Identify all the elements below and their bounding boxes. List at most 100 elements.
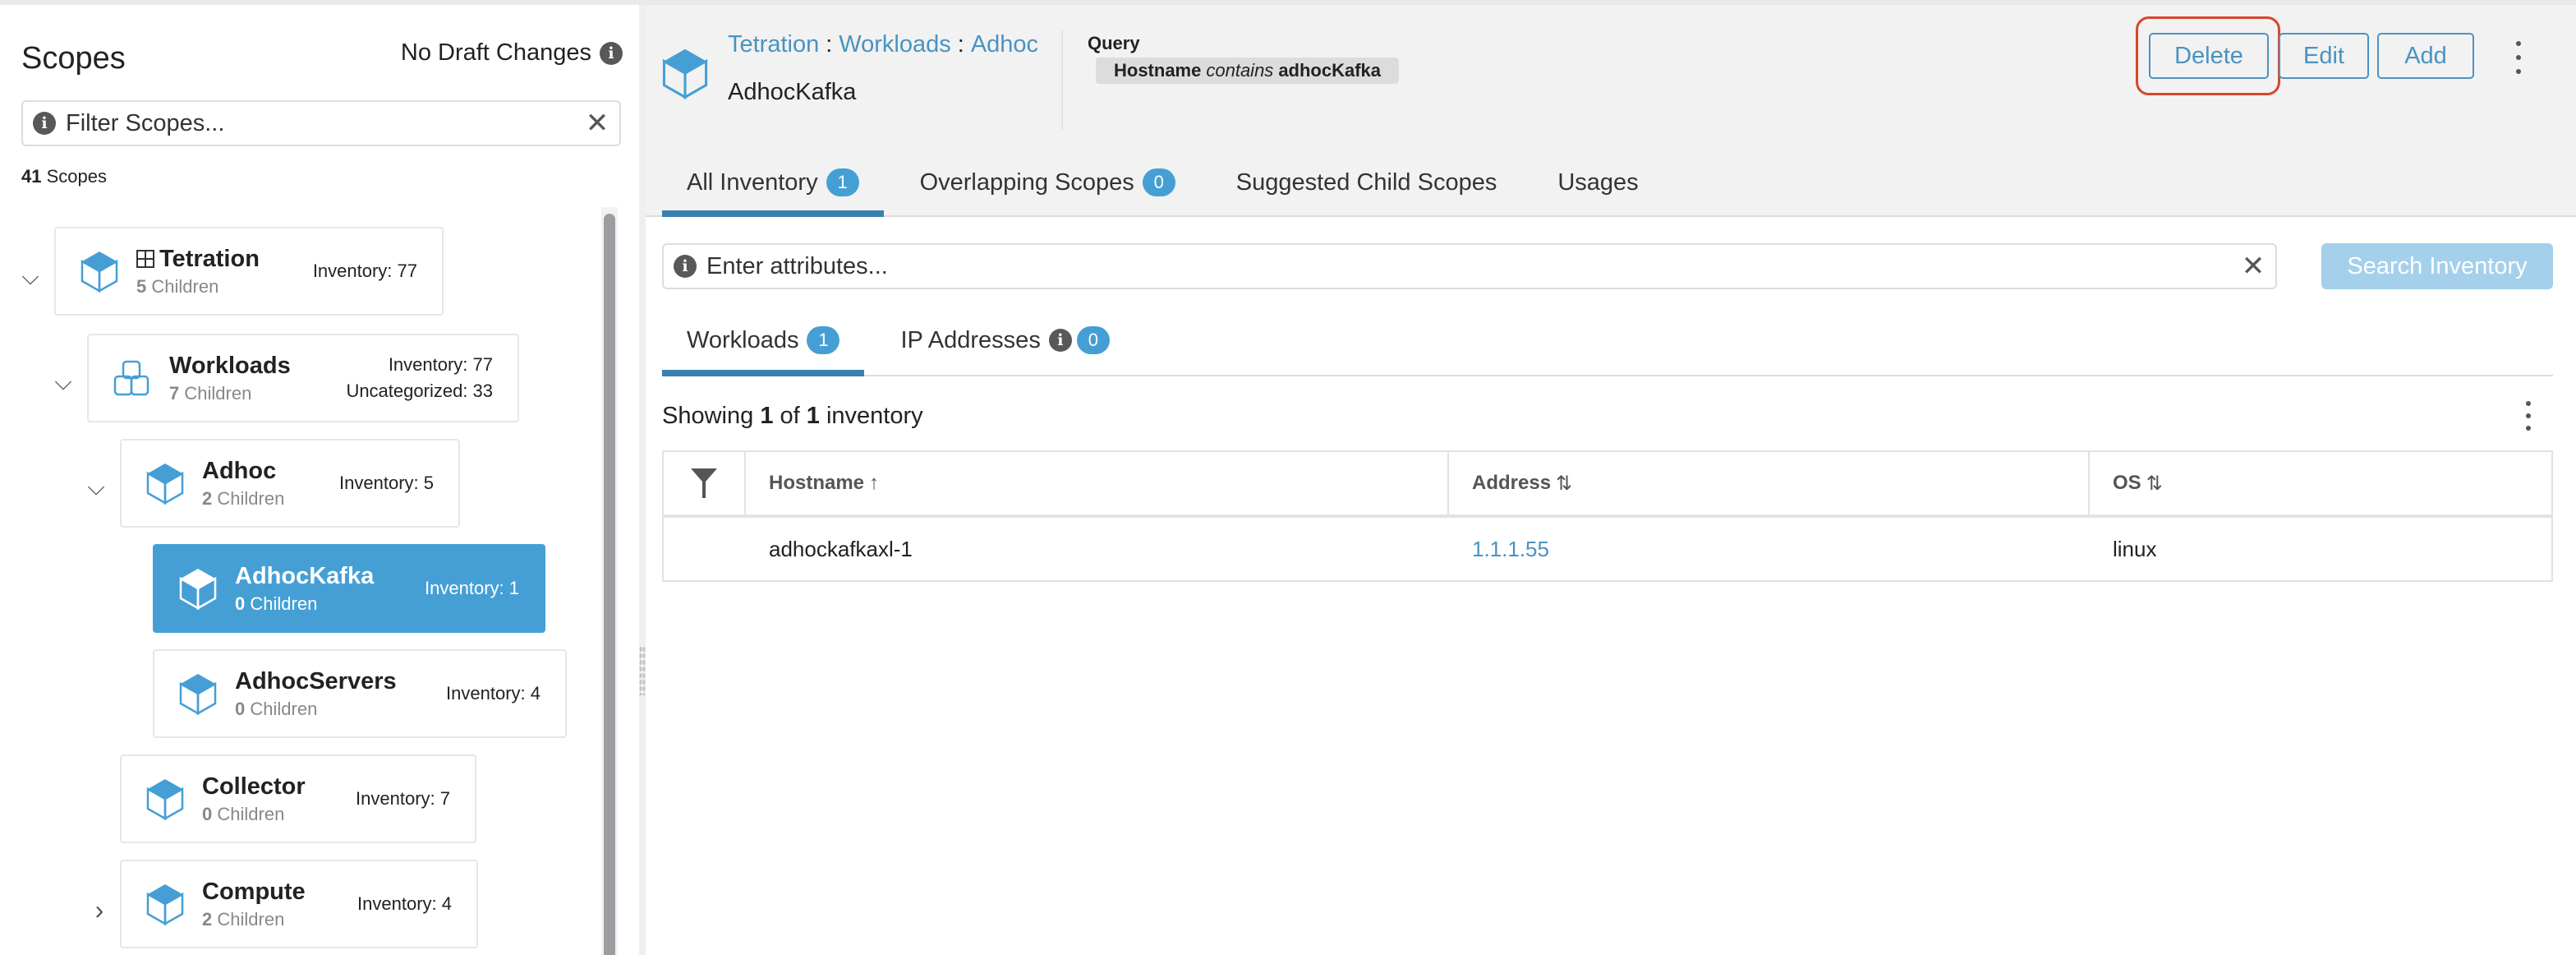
table-options-icon[interactable] <box>2520 401 2537 431</box>
children-label: Children <box>217 803 285 824</box>
children-label: Children <box>151 275 219 297</box>
row-spacer <box>664 518 746 580</box>
column-header-hostname[interactable]: Hostname ↑ <box>746 452 1449 514</box>
tab-label: All Inventory <box>687 168 818 196</box>
column-filter-button[interactable] <box>664 452 746 514</box>
children-label: Children <box>250 593 318 614</box>
scope-tree: ⌵ Tetration 5 Children Inventory: 77 ⌵ W… <box>0 207 600 955</box>
clear-icon[interactable]: ✕ <box>585 109 610 137</box>
inventory-count: Inventory: 1 <box>425 578 519 598</box>
children-label: Children <box>184 382 252 404</box>
cube-icon <box>179 674 217 715</box>
children-count: 7 <box>169 382 180 404</box>
drag-handle-icon[interactable] <box>639 646 646 695</box>
scope-name: AdhocKafka <box>235 562 375 589</box>
scrollbar-thumb[interactable] <box>604 214 615 955</box>
cube-icon <box>146 884 184 925</box>
sort-asc-icon: ↑ <box>869 472 880 494</box>
column-label: Hostname <box>769 472 865 494</box>
attribute-search-input[interactable] <box>706 252 2241 280</box>
tab-usages[interactable]: Usages <box>1533 150 1663 215</box>
tab-ip-addresses[interactable]: IP Addresses i 0 <box>876 306 1134 375</box>
scope-count-label: Scopes <box>46 166 107 187</box>
info-icon[interactable]: i <box>674 255 697 278</box>
inventory-table: Hostname ↑ Address ⇅ OS ⇅ adhockafkaxl-1… <box>662 450 2553 582</box>
info-icon[interactable]: i <box>600 41 623 65</box>
page-title: AdhocKafka <box>728 79 857 105</box>
count-badge: 0 <box>1142 168 1175 196</box>
cell-hostname: adhockafkaxl-1 <box>769 536 913 561</box>
sort-icon: ⇅ <box>2146 472 2163 495</box>
chevron-down-icon[interactable]: ⌵ <box>51 369 76 394</box>
tab-label: Suggested Child Scopes <box>1235 168 1497 196</box>
chevron-right-icon[interactable]: › <box>87 895 112 925</box>
scope-name: AdhocServers <box>235 667 397 694</box>
draft-status: No Draft Changes i <box>401 39 623 67</box>
cell-address-link[interactable]: 1.1.1.55 <box>1449 518 2090 580</box>
add-button[interactable]: Add <box>2377 33 2474 79</box>
table-row[interactable]: adhockafkaxl-1 1.1.1.55 linux <box>664 518 2551 580</box>
edit-button[interactable]: Edit <box>2279 33 2369 79</box>
cube-icon <box>80 251 118 293</box>
tree-scrollbar[interactable] <box>601 207 618 955</box>
inventory-count: Inventory: 4 <box>357 893 452 914</box>
tab-label: Workloads <box>687 326 799 353</box>
tab-label: Usages <box>1557 168 1639 196</box>
scope-card-workloads[interactable]: Workloads 7 Children Inventory: 77 Uncat… <box>87 334 519 422</box>
scope-card-adhockafka[interactable]: AdhocKafka 0 Children Inventory: 1 <box>153 544 545 633</box>
results-of: of <box>780 403 800 429</box>
inventory-count: Inventory: 77 <box>388 354 493 375</box>
workloads-icon <box>113 360 150 396</box>
children-count: 5 <box>136 275 147 297</box>
delete-button[interactable]: Delete <box>2149 33 2269 79</box>
column-header-os[interactable]: OS ⇅ <box>2090 452 2551 514</box>
scopes-panel: Scopes No Draft Changes i i ✕ 41 Scopes … <box>0 5 639 955</box>
scope-name: Tetration <box>159 245 260 272</box>
filter-scopes-input[interactable] <box>66 109 585 137</box>
column-header-address[interactable]: Address ⇅ <box>1449 452 2090 514</box>
search-inventory-button[interactable]: Search Inventory <box>2321 243 2553 289</box>
more-options-icon[interactable] <box>2510 41 2527 74</box>
table-header: Hostname ↑ Address ⇅ OS ⇅ <box>664 452 2551 518</box>
scope-card-adhoc[interactable]: Adhoc 2 Children Inventory: 5 <box>120 439 460 528</box>
scope-card-compute[interactable]: Compute 2 Children Inventory: 4 <box>120 860 478 948</box>
scope-card-tetration[interactable]: Tetration 5 Children Inventory: 77 <box>54 227 444 316</box>
tab-all-inventory[interactable]: All Inventory 1 <box>662 150 884 217</box>
panel-splitter[interactable] <box>639 5 646 955</box>
scope-tabs: All Inventory 1 Overlapping Scopes 0 Sug… <box>662 150 1675 217</box>
tab-overlapping-scopes[interactable]: Overlapping Scopes 0 <box>895 150 1200 215</box>
filter-scopes-field: i ✕ <box>21 100 621 146</box>
count-badge: 0 <box>1076 326 1110 354</box>
tab-suggested-child-scopes[interactable]: Suggested Child Scopes <box>1212 150 1522 215</box>
children-count: 2 <box>202 908 213 930</box>
scope-count-number: 41 <box>21 166 42 187</box>
children-label: Children <box>217 908 285 930</box>
results-shown: 1 <box>760 403 774 429</box>
children-count: 0 <box>235 698 246 719</box>
chevron-down-icon[interactable]: ⌵ <box>18 264 43 289</box>
scope-detail-panel: Tetration : Workloads : Adhoc AdhocKafka… <box>646 5 2576 955</box>
chevron-down-icon[interactable]: ⌵ <box>84 474 108 500</box>
scope-card-adhocservers[interactable]: AdhocServers 0 Children Inventory: 4 <box>153 649 567 738</box>
scope-count: 41 Scopes <box>21 166 107 187</box>
inventory-summary: Inventory: 77 Uncategorized: 33 <box>346 352 493 404</box>
results-suffix: inventory <box>826 403 923 429</box>
draft-status-text: No Draft Changes <box>400 39 591 66</box>
scope-card-collector[interactable]: Collector 0 Children Inventory: 7 <box>120 754 476 843</box>
tab-workloads[interactable]: Workloads 1 <box>662 306 865 376</box>
info-icon[interactable]: i <box>1048 329 1072 352</box>
info-icon[interactable]: i <box>33 112 56 135</box>
scope-name: Compute <box>202 878 306 905</box>
children-label: Children <box>217 487 285 509</box>
attribute-search-field: i ✕ <box>662 243 2277 289</box>
cube-icon <box>146 464 184 505</box>
sort-icon: ⇅ <box>1556 472 1573 495</box>
header-actions: Delete Edit Add <box>646 16 2576 95</box>
uncategorized-count: Uncategorized: 33 <box>346 381 493 401</box>
column-label: Address <box>1472 472 1552 494</box>
count-badge: 1 <box>807 326 840 354</box>
cube-icon <box>179 569 217 610</box>
results-summary: Showing 1 of 1 inventory <box>662 403 923 430</box>
clear-icon[interactable]: ✕ <box>2241 252 2266 280</box>
scope-name: Collector <box>202 773 306 800</box>
